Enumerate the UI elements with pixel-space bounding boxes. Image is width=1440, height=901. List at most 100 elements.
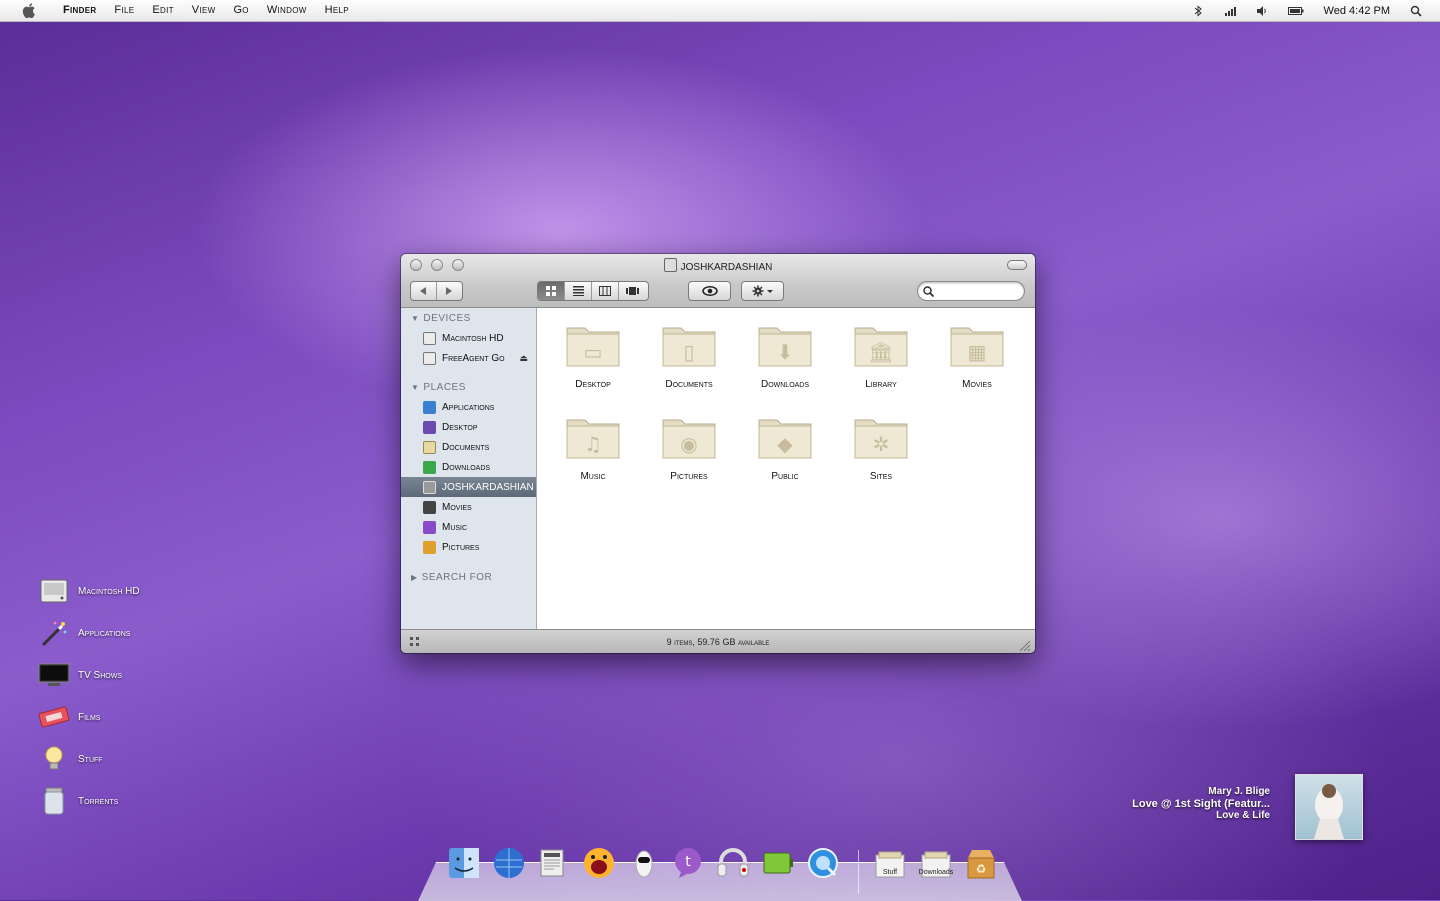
stack-label: Downloads: [918, 868, 954, 876]
cover-flow-button[interactable]: [619, 282, 646, 300]
dock-item-quicktime[interactable]: [804, 844, 842, 882]
disclosure-triangle-icon: ▼: [411, 383, 420, 392]
action-menu-button[interactable]: [741, 281, 784, 301]
folder-sites[interactable]: ✲ Sites: [833, 414, 929, 482]
forward-button[interactable]: [437, 282, 462, 300]
toolbar-toggle-button[interactable]: [1007, 260, 1027, 270]
battery-icon[interactable]: [1287, 5, 1304, 17]
folder-movies[interactable]: ▦ Movies: [929, 322, 1025, 390]
sidebar-resize-icon[interactable]: [409, 636, 421, 648]
desktop-item-label: Macintosh HD: [78, 585, 140, 597]
now-playing-artist: Mary J. Blige: [1208, 786, 1270, 797]
folder-label: Library: [865, 379, 897, 390]
list-view-button[interactable]: [565, 282, 592, 300]
menu-bar: Finder File Edit View Go Window Help Wed…: [0, 0, 1440, 22]
folder-music[interactable]: ♫ Music: [545, 414, 641, 482]
battery-icon: [763, 852, 793, 874]
hard-drive-icon: [423, 331, 436, 345]
dock-trash[interactable]: ♻: [962, 844, 1000, 882]
sidebar-item-downloads[interactable]: Downloads: [401, 457, 536, 477]
dock-item-robot[interactable]: [625, 844, 663, 882]
svg-text:✲: ✲: [873, 432, 890, 456]
dock-item-newspaper[interactable]: [535, 844, 573, 882]
menu-view[interactable]: View: [183, 0, 225, 21]
folder-public[interactable]: ◆ Public: [737, 414, 833, 482]
quick-look-button[interactable]: [688, 281, 731, 301]
menu-file[interactable]: File: [105, 0, 143, 21]
dock-item-battery[interactable]: [759, 844, 797, 882]
ticket-icon: [38, 701, 70, 733]
signal-icon[interactable]: [1224, 5, 1236, 17]
menu-window[interactable]: Window: [258, 0, 316, 21]
sidebar-item-music[interactable]: Music: [401, 517, 536, 537]
folder-icon: ◉: [662, 419, 716, 459]
sidebar-item-documents[interactable]: Documents: [401, 437, 536, 457]
window-titlebar[interactable]: JOSHKARDASHIAN: [401, 254, 1035, 308]
recycle-box-icon: ♻: [967, 850, 995, 879]
icon-view-button[interactable]: [538, 282, 565, 300]
volume-icon[interactable]: [1256, 5, 1268, 17]
svg-text:⬇: ⬇: [777, 340, 794, 364]
album-artwork[interactable]: [1295, 774, 1363, 840]
status-text: 9 items, 59.76 GB available: [666, 637, 770, 647]
menu-go[interactable]: Go: [224, 0, 257, 21]
dock-item-messenger[interactable]: t: [669, 844, 707, 882]
disclosure-triangle-icon: ▼: [411, 314, 420, 323]
folder-icon: ▦: [950, 327, 1004, 367]
sidebar-item-pictures[interactable]: Pictures: [401, 537, 536, 557]
dock-item-finder[interactable]: [445, 844, 483, 882]
folder-label: Documents: [665, 379, 713, 390]
desktop-item-tv-shows[interactable]: TV Shows: [38, 657, 122, 693]
desktop-item-torrents[interactable]: Torrents: [38, 783, 118, 819]
desktop-item-macintosh-hd[interactable]: Macintosh HD: [38, 573, 140, 609]
sidebar-item-macintosh-hd[interactable]: Macintosh HD: [401, 328, 536, 348]
sidebar-heading-devices[interactable]: ▼ DEVICES: [411, 313, 471, 324]
sidebar-item-applications[interactable]: Applications: [401, 397, 536, 417]
back-forward-group: [410, 281, 463, 301]
spotlight-search-icon[interactable]: [1410, 5, 1422, 17]
sidebar-item-movies[interactable]: Movies: [401, 497, 536, 517]
sidebar-item-desktop[interactable]: Desktop: [401, 417, 536, 437]
eject-icon[interactable]: ⏏: [519, 353, 528, 364]
sidebar-item-freeagent-go[interactable]: FreeAgent Go ⏏: [401, 348, 536, 368]
dock-stack-stuff[interactable]: Stuff: [871, 844, 909, 882]
dock-stack-downloads[interactable]: Downloads: [917, 844, 955, 882]
menu-edit[interactable]: Edit: [143, 0, 182, 21]
dock-item-screaming[interactable]: [580, 844, 618, 882]
menu-help[interactable]: Help: [316, 0, 358, 21]
folder-icon: ▯: [662, 327, 716, 367]
desktop-item-films[interactable]: Films: [38, 699, 100, 735]
back-arrow-icon: [420, 287, 427, 295]
headphones-icon: [717, 848, 749, 877]
window-title: JOSHKARDASHIAN: [401, 258, 1035, 273]
disclosure-triangle-icon: ▶: [411, 573, 418, 582]
sidebar-item-home[interactable]: JOSHKARDASHIAN: [401, 477, 536, 497]
sidebar-heading-search-for[interactable]: ▶ SEARCH FOR: [411, 572, 492, 583]
search-input[interactable]: [917, 281, 1025, 301]
menubar-clock[interactable]: Wed 4:42 PM: [1324, 5, 1390, 17]
folder-desktop[interactable]: ▭ Desktop: [545, 322, 641, 390]
back-button[interactable]: [411, 282, 437, 300]
svg-text:t: t: [685, 854, 691, 870]
newspaper-icon: [540, 849, 564, 877]
sidebar-heading-places[interactable]: ▼ PLACES: [411, 382, 466, 393]
desktop-item-label: Applications: [78, 627, 131, 639]
folder-downloads[interactable]: ⬇ Downloads: [737, 322, 833, 390]
home-icon: [423, 480, 436, 494]
resize-grip-icon[interactable]: [1019, 640, 1031, 652]
now-playing-widget: Mary J. Blige Love @ 1st Sight (Featur..…: [1132, 786, 1270, 822]
svg-text:▯: ▯: [683, 340, 694, 364]
desktop-item-applications[interactable]: Applications: [38, 615, 130, 651]
desktop-item-stuff[interactable]: Stuff: [38, 741, 103, 777]
dock-item-browser[interactable]: [490, 844, 528, 882]
folder-documents[interactable]: ▯ Documents: [641, 322, 737, 390]
menu-finder[interactable]: Finder: [54, 0, 105, 21]
folder-label: Pictures: [670, 471, 708, 482]
folder-library[interactable]: 🏛 Library: [833, 322, 929, 390]
apple-menu-icon[interactable]: [22, 3, 36, 18]
dock-item-headphones[interactable]: [714, 844, 752, 882]
folder-pictures[interactable]: ◉ Pictures: [641, 414, 737, 482]
column-view-button[interactable]: [592, 282, 619, 300]
bluetooth-icon[interactable]: [1192, 4, 1204, 17]
columns-icon: [599, 286, 611, 296]
